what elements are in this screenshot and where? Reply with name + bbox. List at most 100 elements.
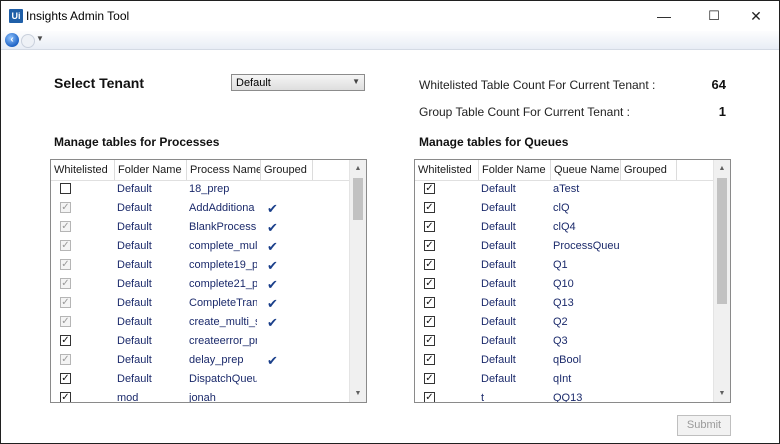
column-header-grouped[interactable]: Grouped	[261, 160, 313, 180]
whitelisted-checkbox[interactable]: ✓	[60, 335, 71, 346]
table-row[interactable]: ✓ Default Q10	[415, 275, 730, 294]
column-header-queue-name[interactable]: Queue Name	[551, 160, 621, 180]
scroll-down-icon[interactable]: ▼	[350, 385, 366, 402]
table-row[interactable]: ✓ Default complete_mul ✔	[51, 237, 366, 256]
arrow-left-icon[interactable]: ‹	[5, 33, 19, 47]
table-row[interactable]: ✓ Default Q13	[415, 294, 730, 313]
scroll-down-icon[interactable]: ▼	[714, 385, 730, 402]
process-name-cell: delay_prep	[189, 354, 244, 366]
scroll-up-icon[interactable]: ▲	[350, 160, 366, 177]
table-row[interactable]: ✓ Default CompleteTran ✔	[51, 294, 366, 313]
submit-button[interactable]: Submit	[677, 415, 731, 436]
minimize-button[interactable]: —	[641, 1, 687, 31]
whitelisted-checkbox[interactable]: ✓	[424, 259, 435, 270]
process-name-cell: 18_prep	[189, 183, 230, 195]
folder-name-cell: Default	[481, 240, 516, 252]
table-row[interactable]: ✓ Default clQ4	[415, 218, 730, 237]
column-header-folder-name[interactable]: Folder Name	[479, 160, 551, 180]
whitelisted-checkbox[interactable]: ✓	[424, 373, 435, 384]
tenant-selected-value: Default	[236, 77, 271, 89]
whitelisted-checkbox[interactable]	[60, 183, 71, 194]
table-row[interactable]: ✓ Default ProcessQueu	[415, 237, 730, 256]
folder-name-cell: t	[481, 392, 485, 403]
table-row[interactable]: ✓ Default Q2	[415, 313, 730, 332]
folder-name-cell: mod	[117, 392, 139, 403]
table-row[interactable]: ✓ mod jonah	[51, 389, 366, 403]
whitelisted-checkbox[interactable]: ✓	[424, 392, 435, 402]
arrow-right-icon[interactable]	[21, 34, 35, 48]
grouped-check-icon: ✔	[267, 353, 278, 368]
maximize-button[interactable]: ☐	[691, 1, 737, 31]
table-row[interactable]: ✓ Default qInt	[415, 370, 730, 389]
whitelisted-checkbox[interactable]: ✓	[60, 240, 71, 251]
table-row[interactable]: ✓ Default Q1	[415, 256, 730, 275]
processes-section-title: Manage tables for Processes	[54, 135, 220, 149]
whitelisted-checkbox[interactable]: ✓	[424, 183, 435, 194]
queue-name-cell: aTest	[553, 183, 580, 195]
column-header-whitelisted[interactable]: Whitelisted	[415, 160, 479, 180]
scroll-up-icon[interactable]: ▲	[714, 160, 730, 177]
process-name-cell: createerror_pr	[189, 335, 257, 347]
tenant-dropdown[interactable]: Default ▼	[231, 74, 365, 91]
column-header-whitelisted[interactable]: Whitelisted	[51, 160, 115, 180]
table-row[interactable]: ✓ Default complete19_p ✔	[51, 256, 366, 275]
processes-rows: Default 18_prep ✓ Default AddAdditiona ✔ ✓ Defa…	[51, 180, 366, 403]
select-tenant-label: Select Tenant	[54, 75, 144, 91]
table-row[interactable]: ✓ Default AddAdditiona ✔	[51, 199, 366, 218]
table-row[interactable]: ✓ Default createerror_pr	[51, 332, 366, 351]
whitelisted-checkbox[interactable]: ✓	[424, 335, 435, 346]
queue-name-cell: QQ13	[553, 392, 583, 403]
whitelisted-checkbox[interactable]: ✓	[424, 316, 435, 327]
whitelisted-checkbox[interactable]: ✓	[60, 373, 71, 384]
process-name-cell: BlankProcess1	[189, 221, 257, 233]
whitelisted-checkbox[interactable]: ✓	[60, 316, 71, 327]
whitelisted-checkbox[interactable]: ✓	[424, 240, 435, 251]
whitelisted-checkbox[interactable]: ✓	[60, 259, 71, 270]
chevron-down-icon[interactable]: ▼	[36, 34, 44, 43]
column-header-grouped[interactable]: Grouped	[621, 160, 677, 180]
scrollbar-thumb[interactable]	[353, 178, 363, 220]
grouped-check-icon: ✔	[267, 315, 278, 330]
folder-name-cell: Default	[481, 297, 516, 309]
table-row[interactable]: Default 18_prep	[51, 180, 366, 199]
table-row[interactable]: ✓ Default complete21_p ✔	[51, 275, 366, 294]
table-row[interactable]: ✓ Default qBool	[415, 351, 730, 370]
process-name-cell: jonah	[189, 392, 216, 403]
whitelisted-checkbox[interactable]: ✓	[60, 221, 71, 232]
table-row[interactable]: ✓ Default create_multi_s ✔	[51, 313, 366, 332]
whitelisted-checkbox[interactable]: ✓	[424, 278, 435, 289]
table-row[interactable]: ✓ t QQ13	[415, 389, 730, 403]
close-button[interactable]: ✕	[733, 1, 779, 31]
vertical-scrollbar[interactable]: ▲ ▼	[349, 160, 366, 402]
whitelisted-checkbox[interactable]: ✓	[60, 354, 71, 365]
chevron-down-icon: ▼	[352, 77, 360, 86]
whitelisted-checkbox[interactable]: ✓	[424, 297, 435, 308]
whitelisted-count-value: 64	[711, 77, 726, 92]
folder-name-cell: Default	[481, 316, 516, 328]
vertical-scrollbar[interactable]: ▲ ▼	[713, 160, 730, 402]
whitelisted-checkbox[interactable]: ✓	[424, 354, 435, 365]
folder-name-cell: Default	[481, 221, 516, 233]
table-row[interactable]: ✓ Default BlankProcess1 ✔	[51, 218, 366, 237]
column-header-folder-name[interactable]: Folder Name	[115, 160, 187, 180]
grouped-check-icon: ✔	[267, 296, 278, 311]
table-row[interactable]: ✓ Default Q3	[415, 332, 730, 351]
whitelisted-checkbox[interactable]: ✓	[60, 392, 71, 402]
whitelisted-checkbox[interactable]: ✓	[424, 221, 435, 232]
folder-name-cell: Default	[481, 202, 516, 214]
scrollbar-thumb[interactable]	[717, 178, 727, 304]
whitelisted-checkbox[interactable]: ✓	[60, 278, 71, 289]
column-header-process-name[interactable]: Process Name	[187, 160, 261, 180]
table-row[interactable]: ✓ Default aTest	[415, 180, 730, 199]
queue-name-cell: clQ	[553, 202, 570, 214]
table-row[interactable]: ✓ Default DispatchQueu	[51, 370, 366, 389]
group-count-value: 1	[718, 104, 726, 119]
table-row[interactable]: ✓ Default clQ	[415, 199, 730, 218]
whitelisted-checkbox[interactable]: ✓	[60, 202, 71, 213]
table-row[interactable]: ✓ Default delay_prep ✔	[51, 351, 366, 370]
queue-name-cell: Q3	[553, 335, 568, 347]
whitelisted-checkbox[interactable]: ✓	[60, 297, 71, 308]
process-name-cell: complete_mul	[189, 240, 257, 252]
whitelisted-checkbox[interactable]: ✓	[424, 202, 435, 213]
folder-name-cell: Default	[117, 240, 152, 252]
